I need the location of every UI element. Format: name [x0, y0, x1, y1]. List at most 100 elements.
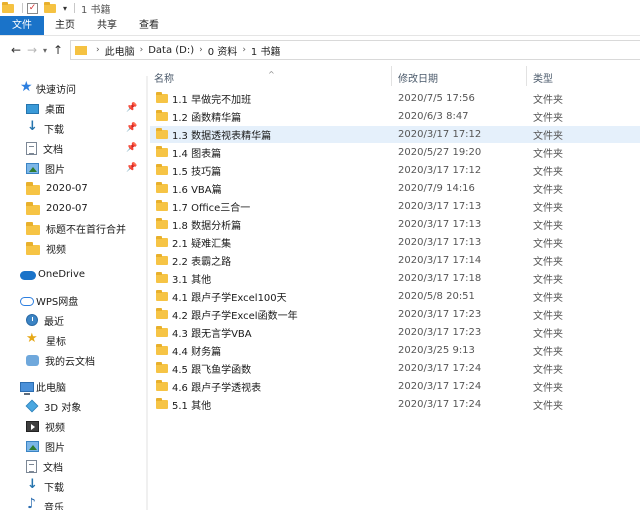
file-row[interactable]: 4.2 跟卢子学Excel函数一年 2020/3/17 17:23 文件夹 [150, 306, 640, 323]
desktop-icon [26, 104, 39, 114]
folder-icon [156, 182, 168, 193]
file-row[interactable]: 1.4 图表篇 2020/5/27 19:20 文件夹 [150, 144, 640, 161]
file-row[interactable]: 4.3 跟无言学VBA 2020/3/17 17:23 文件夹 [150, 324, 640, 341]
file-type: 文件夹 [533, 167, 563, 178]
file-date: 2020/3/17 17:13 [398, 201, 482, 212]
sidebar-item-wps[interactable]: WPS网盘 [20, 290, 78, 310]
sidebar-item-starred[interactable]: 星标 [26, 330, 66, 350]
folder-icon [156, 218, 168, 229]
new-folder-icon[interactable] [44, 1, 56, 13]
file-row[interactable]: 1.7 Office三合一 2020/3/17 17:13 文件夹 [150, 198, 640, 215]
file-date: 2020/3/17 17:14 [398, 255, 482, 266]
file-row[interactable]: 3.1 其他 2020/3/17 17:18 文件夹 [150, 270, 640, 287]
file-row[interactable]: 1.1 早做完不加班 2020/7/5 17:56 文件夹 [150, 90, 640, 107]
sidebar-item-pc-documents[interactable]: 文档 [26, 456, 63, 476]
column-name[interactable]: 名称 [154, 70, 174, 85]
picture-icon [26, 162, 39, 174]
sidebar-item-music[interactable]: 音乐 [26, 496, 64, 510]
breadcrumb-resources[interactable]: 0 资料 [208, 43, 238, 58]
file-date: 2020/3/17 17:24 [398, 363, 482, 374]
file-row[interactable]: 1.6 VBA篇 2020/7/9 14:16 文件夹 [150, 180, 640, 197]
sidebar-item-pictures[interactable]: 图片 [26, 158, 65, 178]
back-arrow-icon[interactable]: ← [8, 43, 24, 57]
chevron-right-icon[interactable]: › [140, 45, 144, 55]
sidebar-item-documents[interactable]: 文档 [26, 138, 63, 158]
chevron-right-icon[interactable]: › [199, 45, 203, 55]
file-row[interactable]: 5.1 其他 2020/3/17 17:24 文件夹 [150, 396, 640, 413]
pin-icon[interactable]: 📌 [126, 143, 137, 153]
folder-icon [156, 308, 168, 319]
file-row[interactable]: 4.1 跟卢子学Excel100天 2020/5/8 20:51 文件夹 [150, 288, 640, 305]
recent-locations-chevron-icon[interactable]: ▾ [40, 46, 50, 55]
file-name: 5.1 其他 [172, 401, 212, 412]
file-date: 2020/3/17 17:23 [398, 309, 482, 320]
tab-share[interactable]: 共享 [86, 16, 128, 35]
up-arrow-icon[interactable]: ↑ [50, 43, 66, 57]
pin-icon[interactable]: 📌 [126, 123, 137, 133]
sidebar-item-quick-access[interactable]: 快速访问 [20, 78, 76, 98]
file-row[interactable]: 4.5 跟飞鱼学函数 2020/3/17 17:24 文件夹 [150, 360, 640, 377]
chevron-down-icon[interactable]: ▾ [63, 4, 67, 13]
file-name: 1.3 数据透视表精华篇 [172, 131, 272, 142]
forward-arrow-icon[interactable]: → [24, 43, 40, 57]
download-icon [26, 477, 38, 492]
address-bar[interactable]: › 此电脑 › Data (D:) › 0 资料 › 1 书籍 [70, 40, 640, 60]
sidebar-item-desktop[interactable]: 桌面 [26, 98, 65, 118]
download-icon [26, 119, 38, 134]
music-icon [26, 496, 38, 510]
folder-icon [156, 128, 168, 139]
sidebar-item-downloads[interactable]: 下载 [26, 118, 64, 138]
file-row[interactable]: 4.6 跟卢子学透视表 2020/3/17 17:24 文件夹 [150, 378, 640, 395]
sidebar-item-this-pc[interactable]: 此电脑 [20, 376, 66, 396]
tab-view[interactable]: 查看 [128, 16, 170, 35]
folder-icon [26, 181, 40, 195]
folder-icon [26, 241, 40, 255]
file-row[interactable]: 2.2 表霸之路 2020/3/17 17:14 文件夹 [150, 252, 640, 269]
file-name: 4.3 跟无言学VBA [172, 329, 252, 340]
breadcrumb-books[interactable]: 1 书籍 [251, 43, 281, 58]
column-divider[interactable] [526, 66, 527, 86]
column-date-modified[interactable]: 修改日期 [398, 70, 438, 85]
column-type[interactable]: 类型 [533, 70, 553, 85]
pin-icon[interactable]: 📌 [126, 103, 137, 113]
document-icon [26, 141, 37, 155]
properties-icon[interactable]: ✓ [27, 2, 38, 14]
sidebar-item-pc-videos[interactable]: 视频 [26, 416, 65, 436]
breadcrumb-data-drive[interactable]: Data (D:) [148, 45, 194, 56]
sidebar-item-my-cloud-docs[interactable]: 我的云文档 [26, 350, 95, 370]
column-divider[interactable] [391, 66, 392, 86]
chevron-right-icon[interactable]: › [242, 45, 246, 55]
file-date: 2020/6/3 8:47 [398, 111, 469, 122]
breadcrumb-this-pc[interactable]: 此电脑 [105, 43, 135, 58]
file-type: 文件夹 [533, 221, 563, 232]
file-row[interactable]: 1.8 数据分析篇 2020/3/17 17:13 文件夹 [150, 216, 640, 233]
file-name: 1.4 图表篇 [172, 149, 222, 160]
sidebar-item-2020-07-b[interactable]: 2020-07 [26, 198, 88, 218]
sidebar-item-recent[interactable]: 最近 [26, 310, 64, 330]
file-row[interactable]: 4.4 财务篇 2020/3/25 9:13 文件夹 [150, 342, 640, 359]
sidebar-item-pc-downloads[interactable]: 下载 [26, 476, 64, 496]
sidebar-item-videos[interactable]: 视频 [26, 238, 66, 258]
sidebar-item-2020-07[interactable]: 2020-07 [26, 178, 88, 198]
tab-file[interactable]: 文件 [0, 16, 44, 35]
folder-icon [156, 236, 168, 247]
sidebar-scrollbar[interactable] [146, 76, 148, 510]
file-row-selected[interactable]: 1.3 数据透视表精华篇 2020/3/17 17:12 文件夹 [150, 126, 640, 143]
file-row[interactable]: 1.2 函数精华篇 2020/6/3 8:47 文件夹 [150, 108, 640, 125]
folder-icon [2, 1, 14, 13]
file-type: 文件夹 [533, 131, 563, 142]
sidebar-item-onedrive[interactable]: OneDrive [20, 264, 85, 284]
tab-home[interactable]: 主页 [44, 16, 86, 35]
file-date: 2020/7/5 17:56 [398, 93, 475, 104]
sidebar-item-title-merge[interactable]: 标题不在首行合并 [26, 218, 126, 238]
file-row[interactable]: 1.5 技巧篇 2020/3/17 17:12 文件夹 [150, 162, 640, 179]
divider [74, 3, 76, 13]
sidebar-item-pc-pictures[interactable]: 图片 [26, 436, 65, 456]
sidebar-item-3d-objects[interactable]: 3D 对象 [25, 396, 81, 416]
pin-icon[interactable]: 📌 [126, 163, 137, 173]
file-row[interactable]: 2.1 疑难汇集 2020/3/17 17:13 文件夹 [150, 234, 640, 251]
folder-icon [156, 398, 168, 409]
file-name: 4.1 跟卢子学Excel100天 [172, 293, 287, 304]
file-date: 2020/3/17 17:24 [398, 381, 482, 392]
chevron-right-icon[interactable]: › [96, 45, 100, 55]
